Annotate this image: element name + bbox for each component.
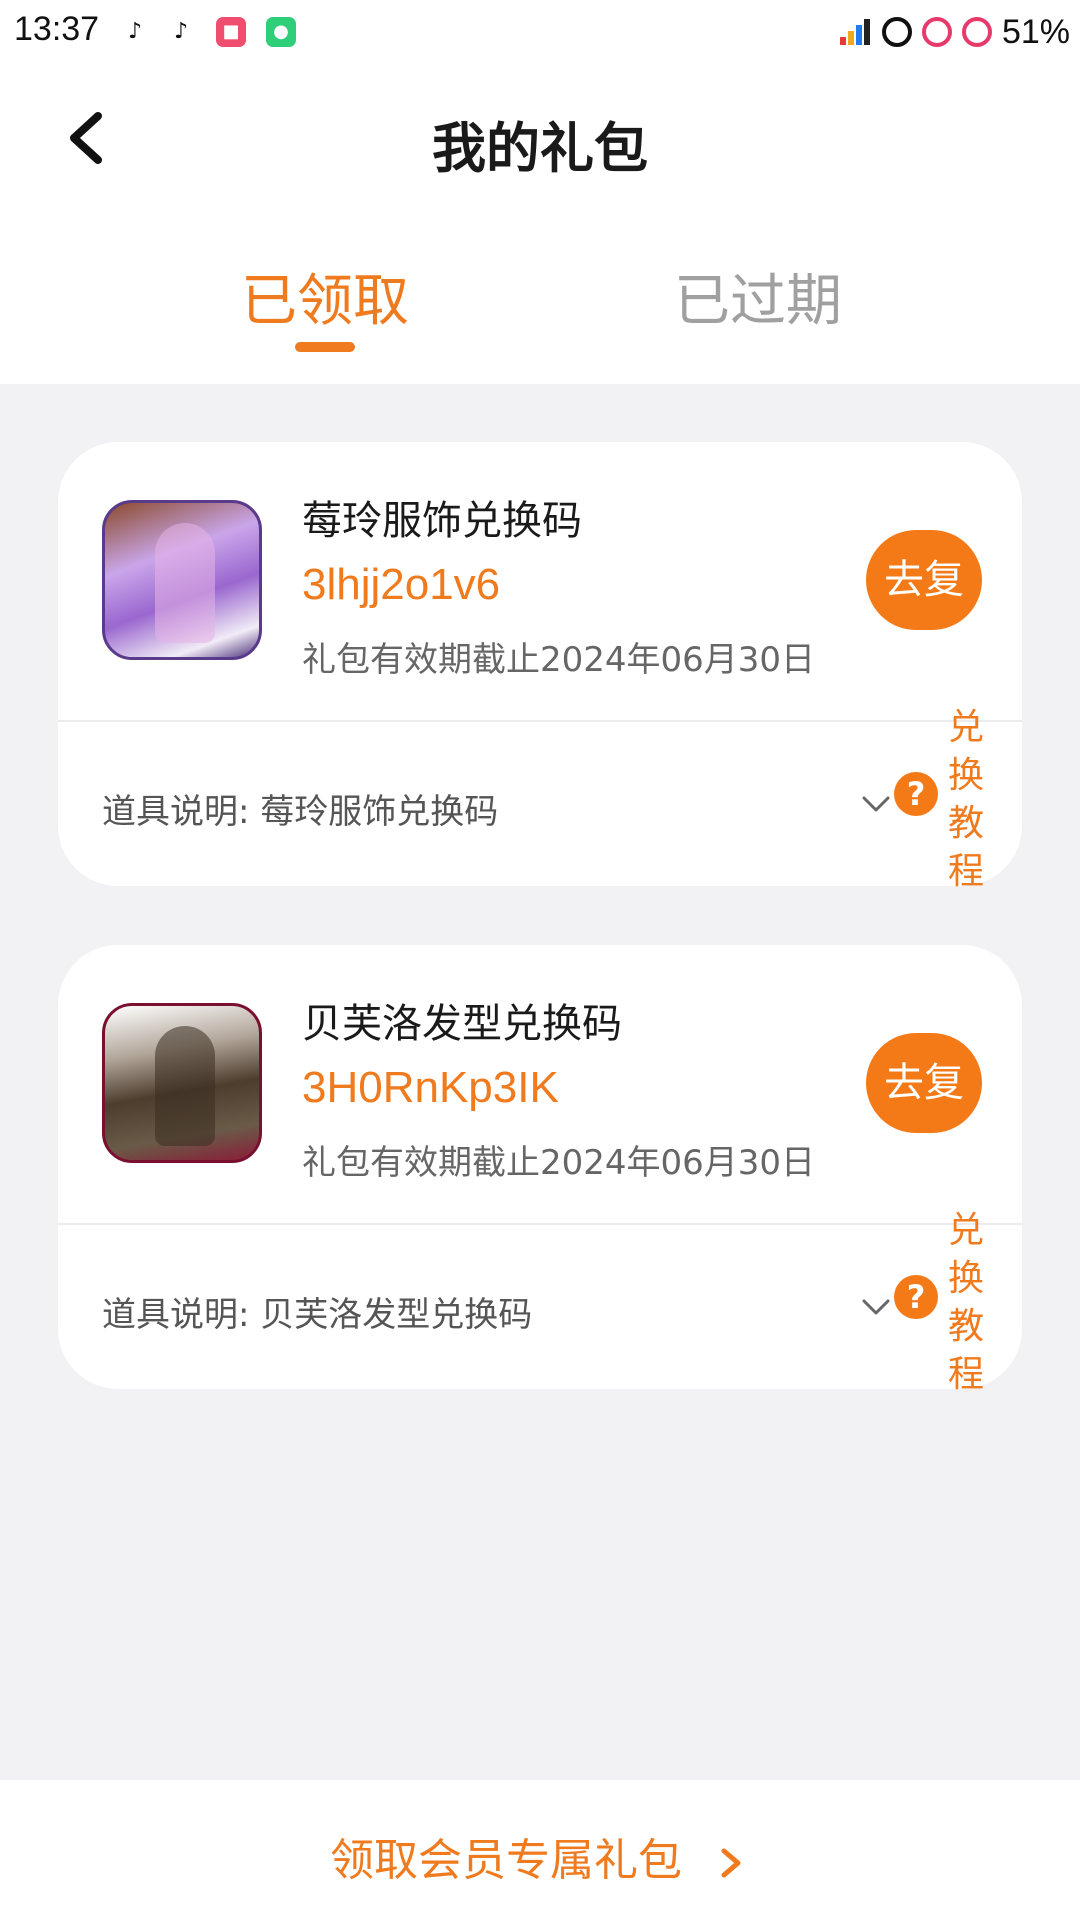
tiktok-icon: ♪	[173, 19, 189, 44]
character-figure	[155, 523, 215, 643]
status-bar: 13:37 ♪ ♪ ■ ● 51%	[0, 0, 1080, 66]
gift-code: 3lhjj2o1v6	[302, 560, 501, 609]
member-gift-link[interactable]: 领取会员专属礼包	[0, 1824, 1080, 1888]
divider	[58, 720, 1022, 722]
gift-name: 贝芙洛发型兑换码	[302, 1001, 622, 1047]
gift-expiry: 礼包有效期截止2024年06月30日	[302, 1143, 816, 1183]
gift-description: 道具说明: 贝芙洛发型兑换码	[102, 1295, 533, 1335]
gift-thumbnail	[102, 500, 262, 660]
header: 我的礼包	[0, 66, 1080, 186]
tab-expired[interactable]: 已过期	[628, 256, 888, 337]
copy-button[interactable]: 去复	[866, 1033, 982, 1133]
gift-name: 莓玲服饰兑换码	[302, 498, 582, 544]
redeem-tutorial-link[interactable]: 兑换教程	[944, 1207, 988, 1399]
question-icon[interactable]: ?	[894, 772, 938, 816]
alarm-icon	[961, 17, 992, 47]
tiktok-icon: ♪	[127, 19, 143, 44]
gift-description: 道具说明: 莓玲服饰兑换码	[102, 792, 499, 832]
gift-card: 贝芙洛发型兑换码 3H0RnKp3IK 礼包有效期截止2024年06月30日 去…	[58, 945, 1022, 1395]
status-indicators: 51%	[838, 12, 1070, 52]
redeem-tutorial-link[interactable]: 兑换教程	[944, 704, 988, 896]
android-app-icon: ●	[266, 17, 296, 47]
tab-bar: 已领取 已过期	[0, 186, 1080, 384]
tab-received[interactable]: 已领取	[195, 256, 455, 337]
gift-thumbnail	[102, 1003, 262, 1163]
divider	[58, 1223, 1022, 1225]
page-title: 我的礼包	[432, 117, 648, 180]
game-app-icon: ■	[216, 17, 246, 47]
chevron-down-icon[interactable]	[858, 1289, 894, 1325]
tab-indicator	[295, 342, 355, 352]
chevron-right-icon	[721, 1848, 741, 1878]
status-time: 13:37	[14, 10, 100, 48]
app-notification-icon	[881, 17, 912, 47]
member-gift-label: 领取会员专属礼包	[330, 1835, 682, 1886]
copy-button[interactable]: 去复	[866, 530, 982, 630]
gift-code: 3H0RnKp3IK	[302, 1063, 559, 1112]
chevron-down-icon[interactable]	[858, 786, 894, 822]
signal-icon	[839, 19, 870, 45]
battery-level: 51%	[1001, 12, 1070, 51]
bottom-bar: 领取会员专属礼包	[0, 1780, 1080, 1920]
character-figure	[155, 1026, 215, 1146]
question-icon[interactable]: ?	[894, 1275, 938, 1319]
app-notification-icon	[921, 17, 952, 47]
gift-card: 莓玲服饰兑换码 3lhjj2o1v6 礼包有效期截止2024年06月30日 去复…	[58, 442, 1022, 892]
gift-expiry: 礼包有效期截止2024年06月30日	[302, 640, 816, 680]
